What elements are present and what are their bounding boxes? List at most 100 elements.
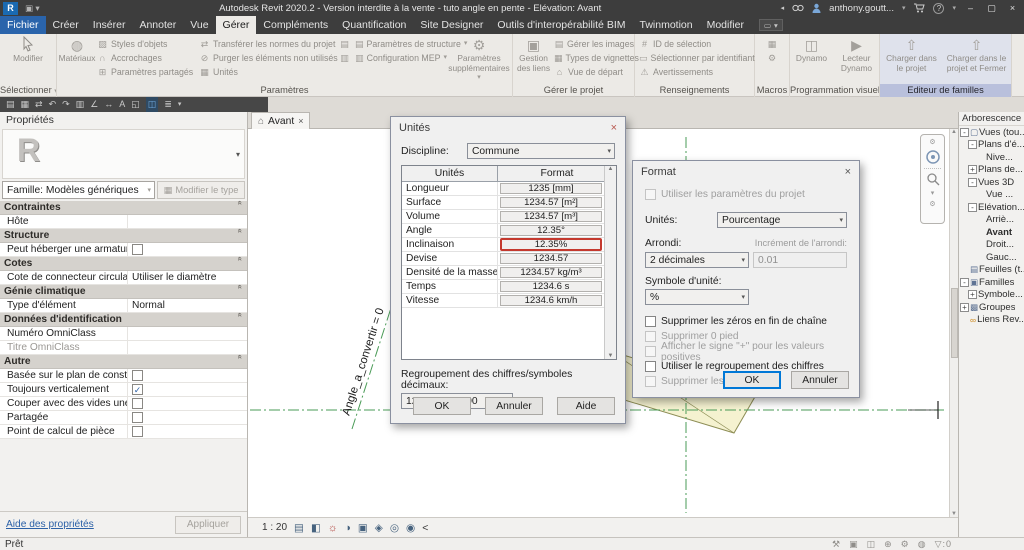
- property-row[interactable]: Partagée: [0, 411, 247, 425]
- expander-icon[interactable]: -: [968, 140, 977, 149]
- press-drag-icon[interactable]: ⊕: [884, 539, 892, 550]
- temporary-hide-icon[interactable]: ◎: [390, 522, 399, 534]
- styles-objets-button[interactable]: ▨Styles d'objets: [97, 39, 199, 49]
- open-icon[interactable]: ▤: [6, 97, 15, 112]
- property-row[interactable]: Titre OmniClass: [0, 341, 247, 355]
- units-select[interactable]: Pourcentage▾: [717, 212, 847, 228]
- tree-item-familles[interactable]: -▣Familles: [959, 276, 1024, 289]
- ribbon-tab-site-designer[interactable]: Site Designer: [413, 16, 490, 34]
- format-button[interactable]: 1235 [mm]: [500, 183, 602, 194]
- group-header[interactable]: Contraintes«: [0, 201, 247, 215]
- ribbon-tab-fichier[interactable]: Fichier: [0, 16, 46, 34]
- ribbon-tab-vue[interactable]: Vue: [183, 16, 215, 34]
- format-button[interactable]: 12.35°: [500, 225, 602, 236]
- format-button[interactable]: 1234.6 s: [500, 281, 602, 292]
- tree-item-vue[interactable]: Vue ...: [959, 189, 1024, 202]
- expander-icon[interactable]: -: [960, 128, 969, 137]
- format-dialog-titlebar[interactable]: Format ×: [633, 161, 859, 183]
- property-row[interactable]: Hôte: [0, 215, 247, 229]
- expander-icon[interactable]: -: [968, 203, 977, 212]
- checkbox-unchecked[interactable]: [132, 244, 143, 255]
- avertissements-button[interactable]: ⚠Avertissements: [639, 67, 753, 77]
- property-row[interactable]: Cote de connecteur circulaireUtiliser le…: [0, 271, 247, 285]
- 3d-view-icon[interactable]: ◱: [131, 97, 140, 112]
- suppress-trailing-zeros-checkbox[interactable]: Supprimer les zéros en fin de chaîne: [645, 314, 847, 329]
- property-row[interactable]: Point de calcul de pièce: [0, 425, 247, 439]
- sync-icon[interactable]: ⇄: [35, 97, 43, 112]
- property-row[interactable]: Type d'élémentNormal: [0, 299, 247, 313]
- project-parameters-button[interactable]: ▥: [339, 53, 355, 63]
- view-scale[interactable]: 1 : 20: [262, 522, 287, 533]
- rounding-increment-input[interactable]: 0.01: [753, 252, 847, 268]
- property-row[interactable]: Toujours verticalement✓: [0, 383, 247, 397]
- charger-projet-fermer-button[interactable]: ⇧ Charger dans le projet et Fermer: [946, 34, 1008, 84]
- ribbon-tab-complements[interactable]: Compléments: [256, 16, 335, 34]
- aligned-dimension-icon[interactable]: ↔: [104, 97, 113, 112]
- tree-item-liens-revit[interactable]: ∞Liens Rev...: [959, 314, 1024, 327]
- dynamo-button[interactable]: ◫ Dynamo: [792, 34, 832, 84]
- format-cancel-button[interactable]: Annuler: [791, 371, 849, 389]
- apply-button[interactable]: Appliquer: [175, 516, 241, 534]
- help-icon[interactable]: ?: [933, 3, 944, 14]
- types-vignettes-button[interactable]: ▦Types de vignettes: [554, 53, 634, 63]
- expander-icon[interactable]: -: [960, 278, 969, 287]
- parametres-structure-button[interactable]: ▤Paramètres de structure ▾: [355, 39, 447, 49]
- tree-item-elevations[interactable]: -Elévation...: [959, 201, 1024, 214]
- tree-item-arriere[interactable]: Arriè...: [959, 214, 1024, 227]
- chevron-down-icon[interactable]: ▾: [178, 97, 182, 112]
- group-header[interactable]: Structure«: [0, 229, 247, 243]
- steering-wheel-icon[interactable]: [925, 149, 941, 165]
- signed-in-user[interactable]: anthony.goutt...: [829, 3, 894, 14]
- infocenter-collapse-icon[interactable]: ◂: [781, 4, 785, 12]
- materiaux-button[interactable]: ◍ Matériaux: [57, 34, 97, 84]
- units-help-button[interactable]: Aide: [557, 397, 615, 415]
- thin-lines-icon[interactable]: ≣: [164, 97, 172, 112]
- group-header[interactable]: Cotes«: [0, 257, 247, 271]
- chevron-down-icon[interactable]: ▾: [931, 189, 935, 197]
- worksets-icon[interactable]: ⚒: [832, 539, 840, 550]
- vue-depart-button[interactable]: ⌂Vue de départ: [554, 67, 634, 77]
- detail-level-icon[interactable]: ▤: [294, 522, 304, 534]
- chevron-down-icon[interactable]: ▾: [236, 150, 240, 159]
- show-plus-checkbox[interactable]: Afficher le signe "+" pour les valeurs p…: [645, 344, 847, 359]
- tree-item-feuilles[interactable]: ▤Feuilles (t...: [959, 264, 1024, 277]
- lecteur-dynamo-button[interactable]: ▶ Lecteur Dynamo: [836, 34, 878, 84]
- view-tab-avant[interactable]: ⌂ Avant ×: [251, 112, 310, 129]
- parametres-partages-button[interactable]: ⊞Paramètres partagés: [97, 67, 199, 77]
- tree-item-plans-etage[interactable]: -Plans d'é...: [959, 139, 1024, 152]
- shadows-icon[interactable]: ◑: [345, 522, 351, 534]
- configuration-mep-button[interactable]: ▥Configuration MEP ▾: [355, 53, 447, 63]
- use-project-settings-checkbox[interactable]: Utiliser les paramètres du projet: [645, 187, 847, 202]
- user-icon[interactable]: [812, 3, 821, 13]
- type-preview[interactable]: R ▾: [2, 129, 245, 179]
- ribbon-tab-creer[interactable]: Créer: [46, 16, 86, 34]
- tree-item-plans-plafond[interactable]: +Plans de...: [959, 164, 1024, 177]
- charger-projet-button[interactable]: ⇧ Charger dans le projet: [884, 34, 940, 84]
- ribbon-tab-gerer[interactable]: Gérer: [216, 16, 257, 34]
- macro-manager-button[interactable]: ▦: [767, 39, 778, 49]
- checkbox-checked[interactable]: ✓: [132, 384, 143, 395]
- units-cancel-button[interactable]: Annuler: [485, 397, 543, 415]
- group-header[interactable]: Autre«: [0, 355, 247, 369]
- background-processes-icon[interactable]: ⚙: [901, 539, 909, 550]
- family-type-selector[interactable]: Famille: Modèles génériques▾: [2, 181, 155, 199]
- checkbox-unchecked[interactable]: [132, 426, 143, 437]
- ribbon-display-toggle[interactable]: ▭▾: [759, 19, 783, 31]
- property-row[interactable]: Peut héberger une armature: [0, 243, 247, 257]
- ribbon-tab-quantification[interactable]: Quantification: [335, 16, 413, 34]
- discipline-select[interactable]: Commune▾: [467, 143, 615, 159]
- gestion-liens-button[interactable]: ▣ Gestion des liens: [513, 34, 554, 84]
- ribbon-tab-twinmotion[interactable]: Twinmotion: [632, 16, 699, 34]
- ribbon-tab-interop-bim[interactable]: Outils d'interopérabilité BIM: [490, 16, 632, 34]
- tree-item-gauche[interactable]: Gauc...: [959, 251, 1024, 264]
- tree-item-symboles[interactable]: +Symbole...: [959, 289, 1024, 302]
- properties-help-link[interactable]: Aide des propriétés: [6, 519, 94, 530]
- vertical-scrollbar[interactable]: ▲ ▼: [949, 129, 958, 517]
- gerer-images-button[interactable]: ▤Gérer les images: [554, 39, 634, 49]
- property-row[interactable]: Couper avec des vides une fois ...: [0, 397, 247, 411]
- restore-button[interactable]: ▢: [985, 3, 998, 14]
- save-icon[interactable]: ▦: [21, 97, 30, 112]
- select-underlay-icon[interactable]: ◍: [918, 539, 926, 550]
- expander-icon[interactable]: +: [968, 290, 977, 299]
- undo-icon[interactable]: ↶: [49, 97, 57, 112]
